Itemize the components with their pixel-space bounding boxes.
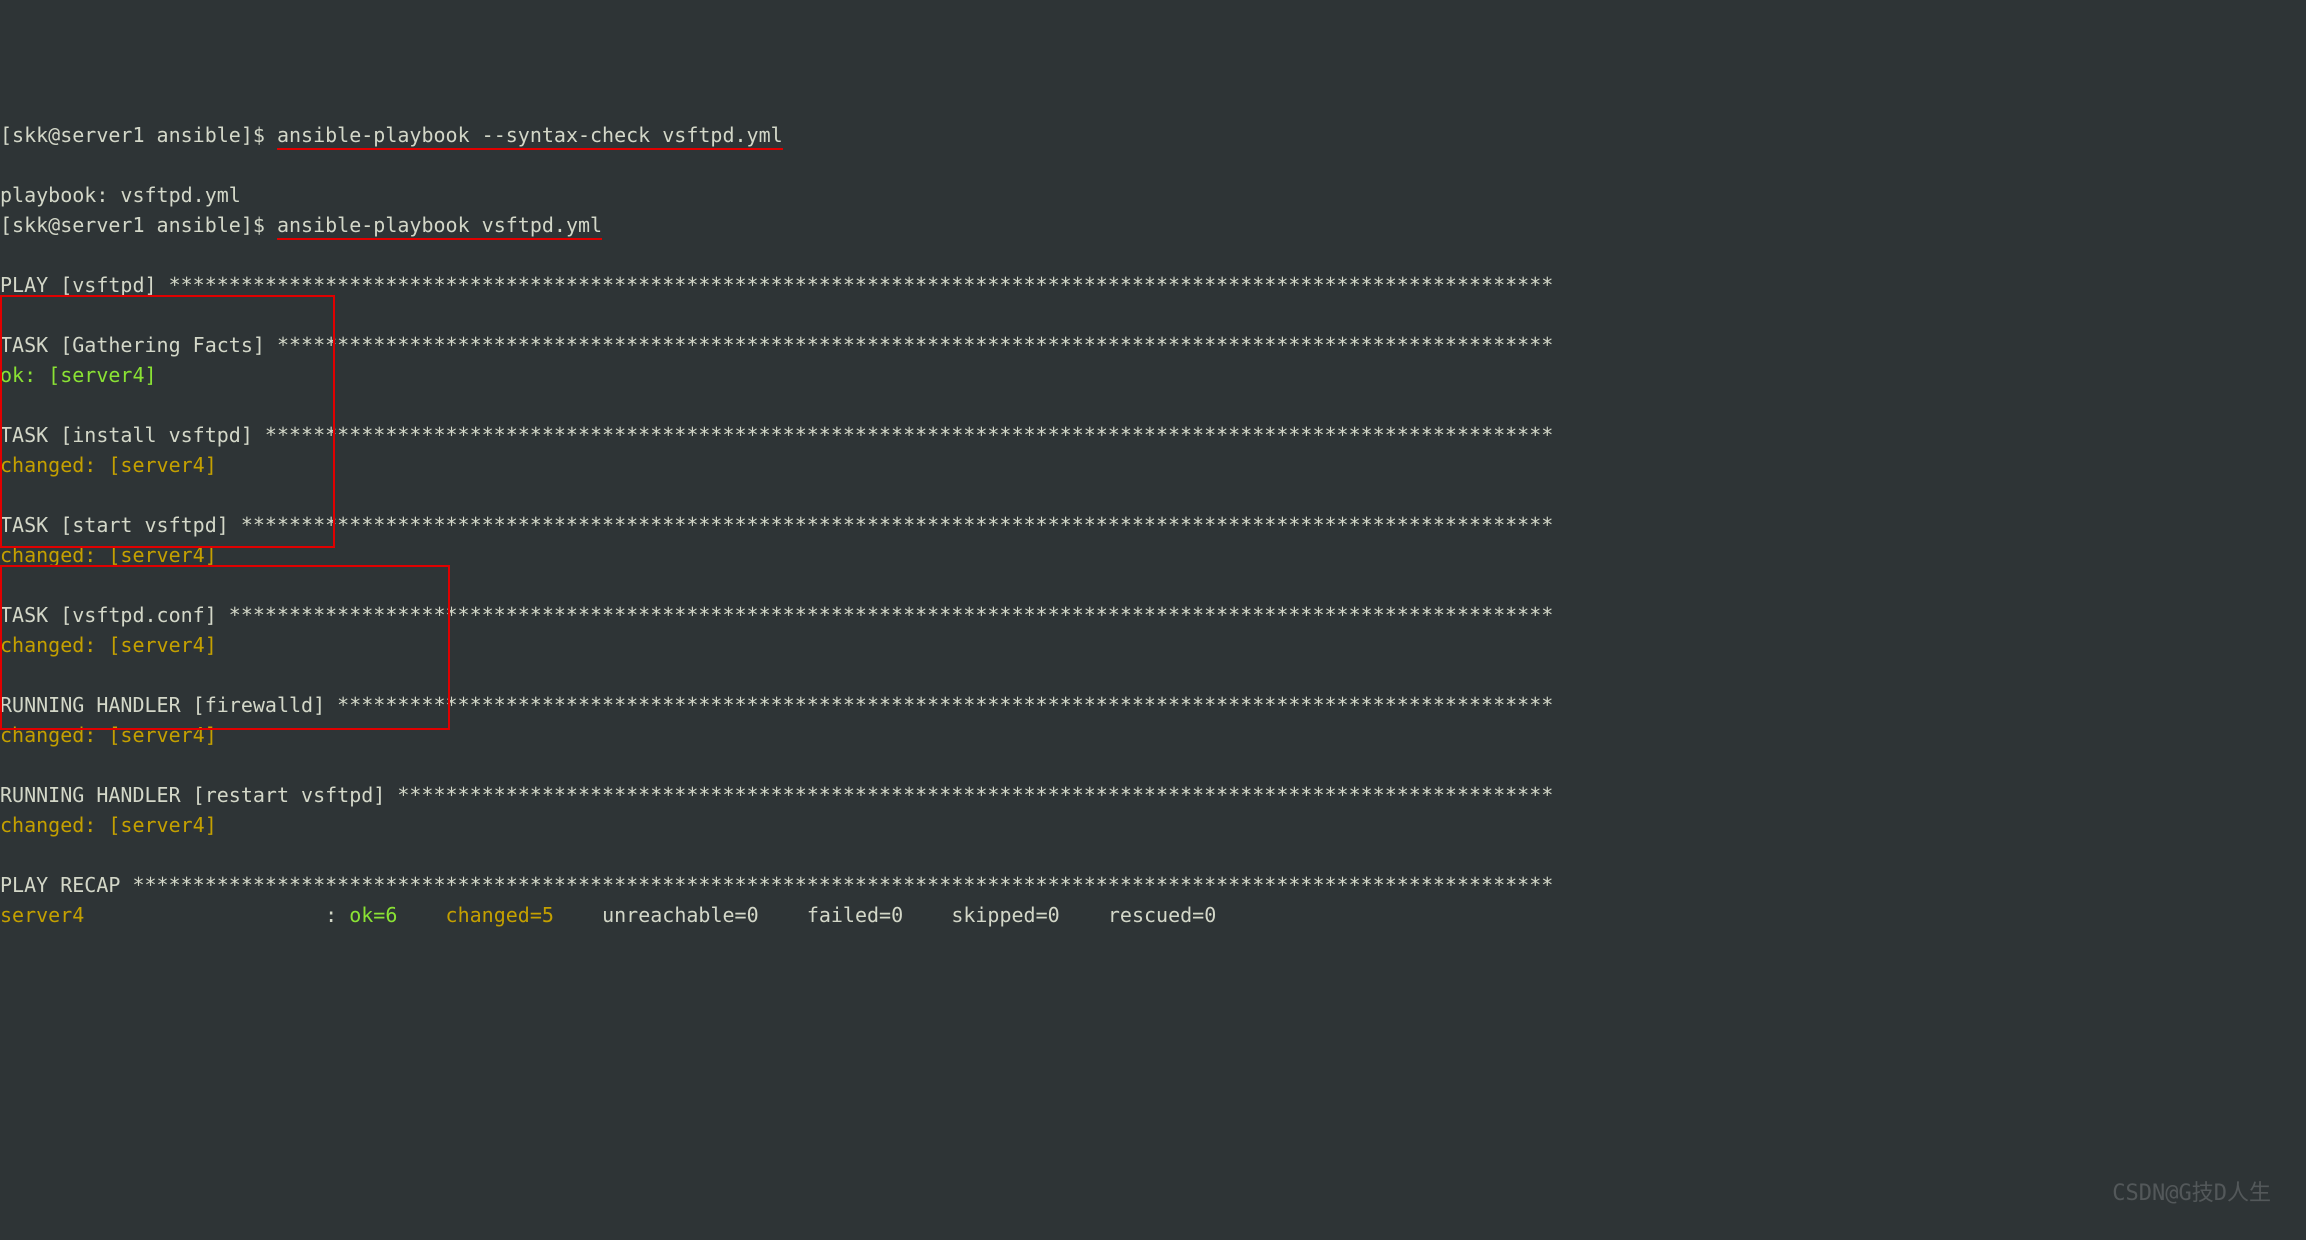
prompt-line-2[interactable]: [skk@server1 ansible]$ ansible-playbook … [0,213,602,240]
play-recap-header: PLAY RECAP *****************************… [0,873,1553,897]
prompt-1-userhost: [skk@server1 ansible]$ [0,123,277,147]
task-start-header: TASK [start vsftpd] ********************… [0,513,1553,537]
recap-line: server4 : ok=6 changed=5 unreachable=0 f… [0,903,1216,927]
recap-failed: failed=0 [807,903,903,927]
task-gathering-facts-header: TASK [Gathering Facts] *****************… [0,333,1553,357]
recap-skipped: skipped=0 [951,903,1059,927]
prompt-line-1[interactable]: [skk@server1 ansible]$ ansible-playbook … [0,123,783,150]
recap-changed: changed=5 [446,903,554,927]
recap-host: server4 [0,903,84,927]
handler-firewalld-result: changed: [server4] [0,723,217,747]
task-start-result: changed: [server4] [0,543,217,567]
recap-rescued: rescued=0 [1108,903,1216,927]
task-gathering-facts-result: ok: [server4] [0,363,157,387]
handler-firewalld-header: RUNNING HANDLER [firewalld] ************… [0,693,1553,717]
task-conf-result: changed: [server4] [0,633,217,657]
play-header: PLAY [vsftpd] **************************… [0,273,1553,297]
task-conf-header: TASK [vsftpd.conf] *********************… [0,603,1553,627]
task-install-result: changed: [server4] [0,453,217,477]
task-install-header: TASK [install vsftpd] ******************… [0,423,1553,447]
handler-restart-result: changed: [server4] [0,813,217,837]
terminal-output: [skk@server1 ansible]$ ansible-playbook … [0,90,2306,930]
watermark-text: CSDN@G技D人生 [2112,1177,2271,1210]
recap-ok: ok=6 [349,903,397,927]
prompt-2-userhost: [skk@server1 ansible]$ [0,213,277,237]
handler-restart-header: RUNNING HANDLER [restart vsftpd] *******… [0,783,1553,807]
recap-unreachable: unreachable=0 [602,903,759,927]
prompt-1-command: ansible-playbook --syntax-check vsftpd.y… [277,123,783,150]
syntax-check-output: playbook: vsftpd.yml [0,183,241,207]
prompt-2-command: ansible-playbook vsftpd.yml [277,213,602,240]
